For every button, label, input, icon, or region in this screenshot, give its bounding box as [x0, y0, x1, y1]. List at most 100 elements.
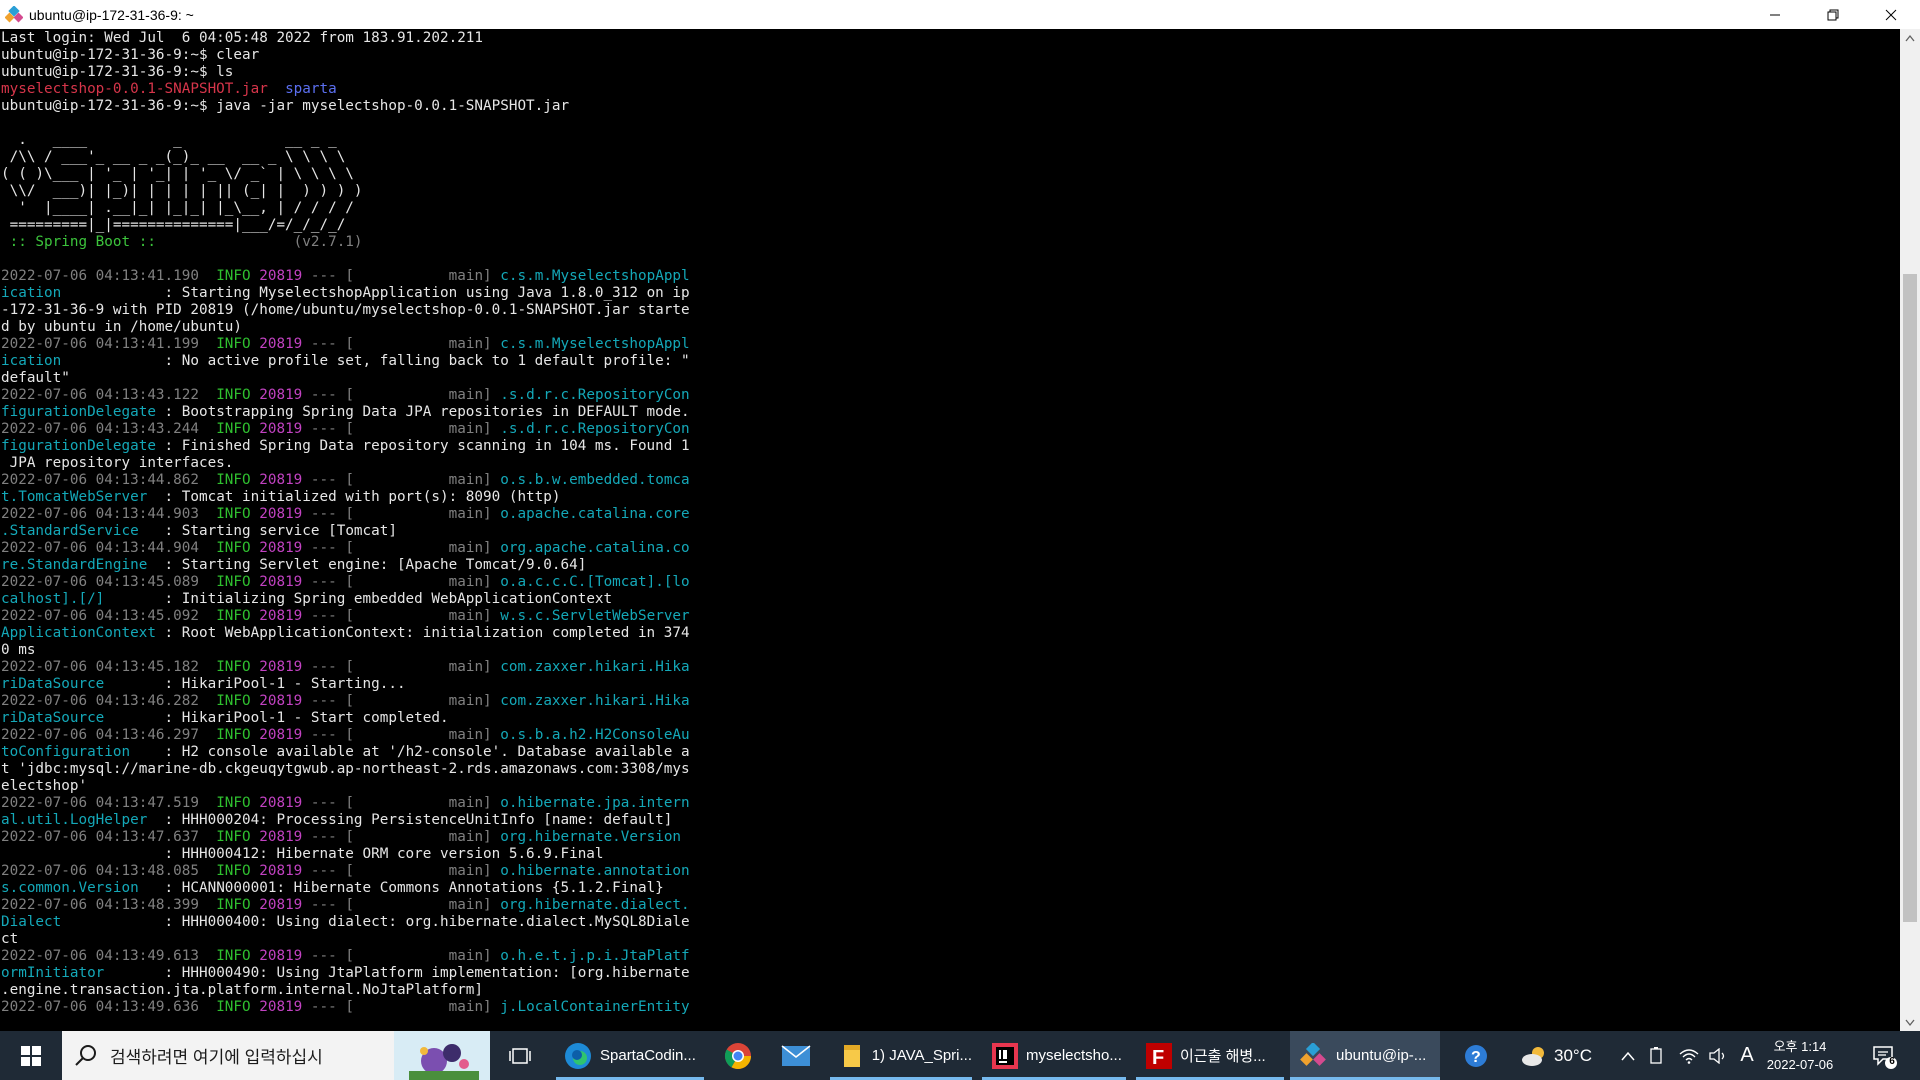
terminal-line: Last login: Wed Jul 6 04:05:48 2022 from…: [1, 30, 1900, 47]
minimize-button[interactable]: [1746, 0, 1804, 29]
svg-text:F: F: [1152, 1047, 1164, 1069]
terminal-segment: INFO: [198, 421, 260, 437]
terminal-line: 2022-07-06 04:13:43.122 INFO 20819 --- […: [1, 387, 1900, 404]
terminal-line: toConfiguration : H2 console available a…: [1, 744, 1900, 761]
terminal-segment: : Tomcat initialized with port(s): 8090 …: [147, 489, 561, 505]
intellij-idea-icon: [992, 1042, 1018, 1069]
volume-tray-button[interactable]: [1706, 1031, 1732, 1080]
terminal-segment: ormInitiator: [1, 965, 105, 981]
window-titlebar[interactable]: ubuntu@ip-172-31-36-9: ~: [0, 0, 1920, 29]
terminal-segment: 2022-07-06 04:13:46.297: [1, 727, 199, 743]
terminal-line: 2022-07-06 04:13:49.613 INFO 20819 --- […: [1, 948, 1900, 965]
taskbar-app-label: 이근출 해병...: [1180, 1048, 1266, 1065]
notification-center-button[interactable]: 6: [1864, 1031, 1904, 1080]
terminal-segment: 20819: [259, 268, 303, 284]
terminal-segment: 2022-07-06 04:13:48.085: [1, 863, 199, 879]
search-placeholder: 검색하려면 여기에 입력하십시: [110, 1048, 323, 1067]
terminal-segment: figurationDelegate: [1, 404, 156, 420]
terminal-segment: 2022-07-06 04:13:41.190: [1, 268, 199, 284]
terminal-segment: 20819: [259, 727, 303, 743]
terminal-line: /\\ / ___'_ __ _ _(_)_ __ __ _ \ \ \ \: [1, 149, 1900, 166]
terminal-segment: : No active profile set, falling back to…: [61, 353, 690, 369]
terminal-segment: :: Spring Boot ::: [1, 234, 156, 250]
terminal-segment: 20819: [259, 659, 303, 675]
chevron-up-icon: [1905, 34, 1915, 41]
terminal-segment: org.apache.catalina.co: [500, 540, 690, 556]
device-tray-button[interactable]: [1644, 1031, 1668, 1080]
taskbar-search-box[interactable]: 검색하려면 여기에 입력하십시: [62, 1031, 490, 1080]
terminal-output[interactable]: Last login: Wed Jul 6 04:05:48 2022 from…: [0, 29, 1900, 1031]
terminal-segment: : Root WebApplicationContext: initializa…: [155, 625, 690, 641]
help-tray-button[interactable]: ?: [1460, 1031, 1492, 1080]
taskbar-app-intellij[interactable]: myselectsho...: [982, 1031, 1126, 1080]
chevron-down-icon: [1905, 1019, 1915, 1026]
close-button[interactable]: [1862, 0, 1920, 29]
taskbar-app-putty[interactable]: ubuntu@ip-...: [1290, 1031, 1440, 1080]
terminal-segment: --- [ main]: [302, 897, 501, 913]
terminal-segment: --- [ main]: [302, 574, 501, 590]
terminal-segment: =========|_|==============|___/=/_/_/_/: [1, 217, 346, 233]
terminal-segment: : Starting service [Tomcat]: [138, 523, 397, 539]
vertical-scrollbar[interactable]: [1900, 29, 1920, 1031]
terminal-segment: : Initializing Spring embedded WebApplic…: [104, 591, 613, 607]
terminal-segment: : Bootstrapping Spring Data JPA reposito…: [155, 404, 690, 420]
terminal-line: 2022-07-06 04:13:47.637 INFO 20819 --- […: [1, 829, 1900, 846]
terminal-segment: .engine.transaction.jta.platform.interna…: [1, 982, 484, 998]
terminal-segment: 20819: [259, 948, 303, 964]
taskbar-app-chrome[interactable]: [716, 1031, 760, 1080]
terminal-segment: ubuntu@ip-172-31-36-9:~$ java -jar mysel…: [1, 98, 570, 114]
terminal-segment: 2022-07-06 04:13:43.244: [1, 421, 199, 437]
taskbar-app-mail[interactable]: [774, 1031, 818, 1080]
terminal-line: myselectshop-0.0.1-SNAPSHOT.jar sparta: [1, 81, 1900, 98]
terminal-segment: JPA repository interfaces.: [1, 455, 234, 471]
weather-widget[interactable]: 30°C: [1520, 1031, 1602, 1080]
terminal-line: 2022-07-06 04:13:45.092 INFO 20819 --- […: [1, 608, 1900, 625]
scroll-thumb[interactable]: [1903, 274, 1917, 922]
window-title: ubuntu@ip-172-31-36-9: ~: [29, 6, 194, 23]
terminal-line: t 'jdbc:mysql://marine-db.ckgeuqytgwub.a…: [1, 761, 1900, 778]
windows-logo-icon: [21, 1045, 41, 1066]
start-button[interactable]: [0, 1031, 62, 1080]
terminal-segment: 2022-07-06 04:13:44.904: [1, 540, 199, 556]
wifi-icon: [1679, 1048, 1699, 1064]
terminal-segment: ( ( )\___ | '_ | '_| | '_ \/ _` | \ \ \ …: [1, 166, 354, 182]
terminal-line: d by ubuntu in /home/ubuntu): [1, 319, 1900, 336]
taskbar-app-filezilla[interactable]: F 이근출 해병...: [1136, 1031, 1284, 1080]
terminal-segment: 20819: [259, 829, 303, 845]
terminal-segment: o.hibernate.jpa.intern: [500, 795, 690, 811]
taskbar-app-label: myselectsho...: [1026, 1047, 1122, 1064]
taskbar-clock[interactable]: 오후 1:14 2022-07-06: [1760, 1031, 1840, 1080]
terminal-segment: --- [ main]: [302, 693, 501, 709]
speaker-volume-icon: [1709, 1047, 1725, 1064]
terminal-segment: ication: [1, 353, 62, 369]
terminal-line: 2022-07-06 04:13:41.190 INFO 20819 --- […: [1, 268, 1900, 285]
terminal-line: ubuntu@ip-172-31-36-9:~$ ls: [1, 64, 1900, 81]
terminal-segment: --- [ main]: [302, 268, 501, 284]
terminal-segment: al.util.LogHelper: [1, 812, 148, 828]
network-tray-button[interactable]: [1676, 1031, 1702, 1080]
terminal-segment: 2022-07-06 04:13:47.637: [1, 829, 199, 845]
terminal-segment: calhost].[/]: [1, 591, 105, 607]
ime-indicator[interactable]: A: [1736, 1031, 1758, 1080]
terminal-segment: 2022-07-06 04:13:45.089: [1, 574, 199, 590]
terminal-line: 2022-07-06 04:13:45.182 INFO 20819 --- […: [1, 659, 1900, 676]
scroll-down-button[interactable]: [1900, 1014, 1920, 1031]
terminal-segment: -172-31-36-9 with PID 20819 (/home/ubunt…: [1, 302, 690, 318]
taskbar-app-edge[interactable]: SpartaCodin...: [556, 1031, 704, 1080]
task-view-button[interactable]: [504, 1031, 536, 1080]
terminal-line: 2022-07-06 04:13:44.903 INFO 20819 --- […: [1, 506, 1900, 523]
restore-button[interactable]: [1804, 0, 1862, 29]
terminal-segment: INFO: [198, 897, 260, 913]
terminal-segment: 20819: [259, 472, 303, 488]
taskbar-app-explorer[interactable]: 1) JAVA_Spri...: [830, 1031, 972, 1080]
terminal-segment: 20819: [259, 336, 303, 352]
show-hidden-icons-button[interactable]: [1616, 1031, 1640, 1080]
terminal-segment: : HHH000204: Processing PersistenceUnitI…: [147, 812, 673, 828]
terminal-segment: sparta: [285, 81, 337, 97]
terminal-segment: INFO: [198, 795, 260, 811]
scroll-up-button[interactable]: [1900, 29, 1920, 46]
terminal-segment: 20819: [259, 387, 303, 403]
mail-icon: [781, 1044, 811, 1066]
terminal-segment: default": [1, 370, 70, 386]
terminal-line: ct: [1, 931, 1900, 948]
